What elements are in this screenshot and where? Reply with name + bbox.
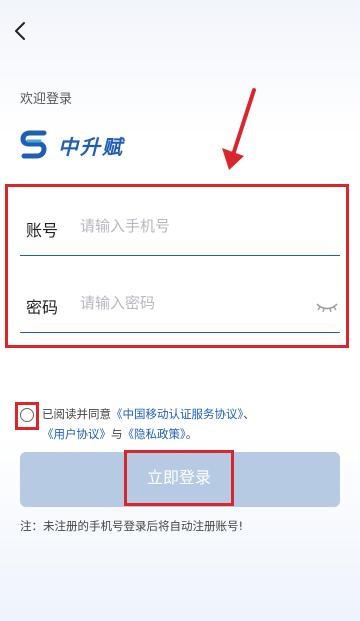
agreement-checkbox[interactable] <box>20 408 34 422</box>
registration-note: 注：未注册的手机号登录后将自动注册账号! <box>20 519 244 533</box>
agreement-suffix: 。 <box>185 427 198 441</box>
agreement-sep2: 与 <box>111 427 123 441</box>
annotation-arrow <box>222 88 256 170</box>
agreement-text: 已阅读并同意《中国移动认证服务协议》、 《用户协议》与《隐私政策》。 <box>42 404 347 444</box>
account-input[interactable] <box>78 209 312 243</box>
brand-name: 中升赋 <box>58 134 124 159</box>
agreement-sep1: 、 <box>243 407 255 421</box>
privacy-policy-link[interactable]: 《隐私政策》 <box>123 427 186 441</box>
back-button[interactable] <box>8 18 34 44</box>
account-label: 账号 <box>26 221 59 240</box>
password-label: 密码 <box>26 298 59 317</box>
brand-logo-icon <box>20 130 47 159</box>
user-agreement-link[interactable]: 《用户协议》 <box>42 427 111 441</box>
chevron-left-icon <box>15 22 25 40</box>
welcome-text: 欢迎登录 <box>20 92 73 107</box>
password-input[interactable] <box>78 286 312 320</box>
agreement-prefix: 已阅读并同意 <box>42 407 111 421</box>
password-field: 密码 <box>20 272 340 333</box>
account-field: 账号 <box>20 195 340 256</box>
login-button-label: 立即登录 <box>146 468 211 487</box>
eye-closed-icon[interactable] <box>316 300 338 314</box>
cmcc-auth-agreement-link[interactable]: 《中国移动认证服务协议》 <box>111 407 243 421</box>
brand-logo: 中升赋 <box>20 128 124 162</box>
